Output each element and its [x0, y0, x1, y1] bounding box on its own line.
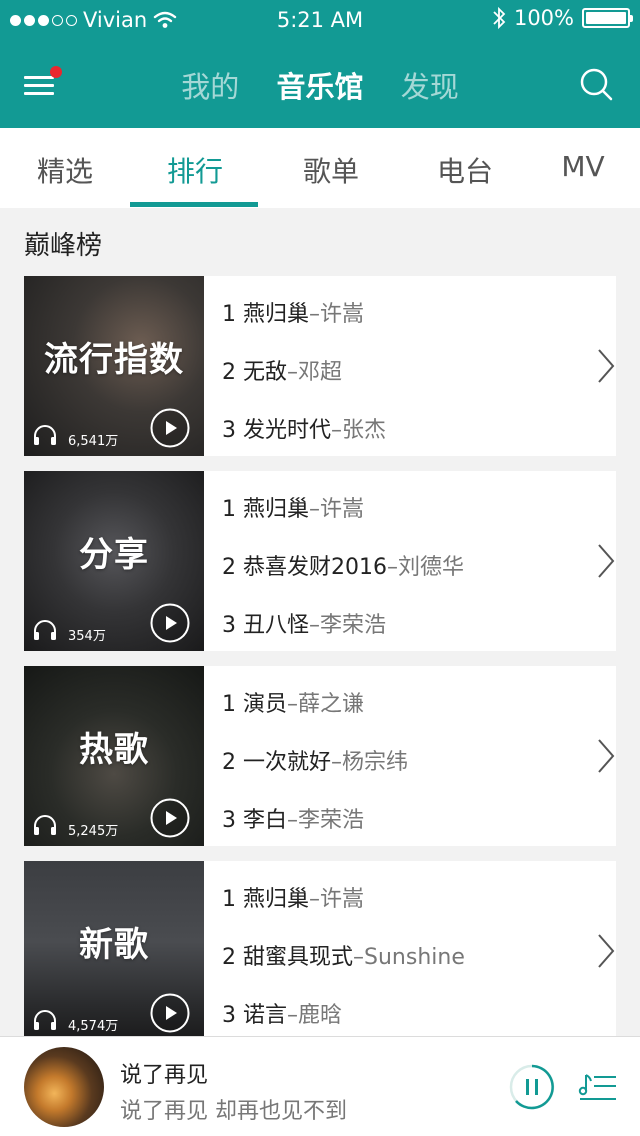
- song-item[interactable]: 2 一次就好–杨宗纬: [222, 744, 408, 776]
- chevron-right-icon[interactable]: [596, 543, 616, 579]
- chevron-right-icon[interactable]: [596, 933, 616, 969]
- song-item[interactable]: 1 燕归巢–许嵩: [222, 491, 364, 523]
- chart-card-hot[interactable]: 热歌 5,245万 1 演员–薛之谦 2 一次就好–杨宗纬 3 李白–李荣浩: [24, 666, 616, 846]
- play-icon[interactable]: [150, 408, 190, 448]
- status-right: 100%: [492, 6, 633, 30]
- song-list: 1 燕归巢–许嵩 2 甜蜜具现式–Sunshine 3 诺言–鹿晗: [222, 861, 582, 1041]
- app-header: Vivian 5:21 AM 100% 我的 音乐馆 发现: [0, 0, 640, 128]
- tab-radio[interactable]: 电台: [400, 150, 530, 190]
- now-playing-lyric: 说了再见 却再也见不到: [120, 1099, 347, 1124]
- album-art[interactable]: [24, 1047, 104, 1127]
- song-item[interactable]: 2 恭喜发财2016–刘德华: [222, 549, 464, 581]
- nav-tab-mine[interactable]: 我的: [181, 64, 239, 106]
- playlist-icon[interactable]: [578, 1071, 618, 1103]
- active-tab-indicator: [130, 202, 258, 207]
- tab-mv[interactable]: MV: [518, 150, 640, 183]
- chart-cover[interactable]: 流行指数 6,541万: [24, 276, 204, 456]
- song-item[interactable]: 2 无敌–邓超: [222, 354, 342, 386]
- cover-label: 新歌: [79, 925, 149, 965]
- cover-label: 流行指数: [44, 340, 184, 380]
- song-item[interactable]: 2 甜蜜具现式–Sunshine: [222, 939, 465, 971]
- chevron-right-icon[interactable]: [596, 738, 616, 774]
- search-icon[interactable]: [578, 66, 614, 102]
- song-item[interactable]: 1 燕归巢–许嵩: [222, 296, 364, 328]
- pause-icon[interactable]: [508, 1063, 556, 1111]
- chart-cover[interactable]: 热歌 5,245万: [24, 666, 204, 846]
- chart-card-share[interactable]: 分享 354万 1 燕归巢–许嵩 2 恭喜发财2016–刘德华 3 丑八怪–李荣…: [24, 471, 616, 651]
- play-icon[interactable]: [150, 798, 190, 838]
- song-item[interactable]: 1 燕归巢–许嵩: [222, 881, 364, 913]
- song-list: 1 燕归巢–许嵩 2 恭喜发财2016–刘德华 3 丑八怪–李荣浩: [222, 471, 582, 651]
- chevron-right-icon[interactable]: [596, 348, 616, 384]
- song-item[interactable]: 3 李白–李荣浩: [222, 802, 364, 834]
- play-count: 354万: [68, 629, 106, 644]
- headphones-icon: [34, 815, 56, 835]
- now-playing-title: 说了再见: [120, 1063, 209, 1088]
- tab-featured[interactable]: 精选: [0, 150, 130, 190]
- chart-card-new[interactable]: 新歌 4,574万 1 燕归巢–许嵩 2 甜蜜具现式–Sunshine 3 诺言…: [24, 861, 616, 1041]
- battery-percent: 100%: [513, 6, 574, 30]
- chart-cover[interactable]: 分享 354万: [24, 471, 204, 651]
- nav-tab-music-hall[interactable]: 音乐馆: [276, 64, 363, 106]
- bluetooth-icon: [493, 6, 506, 30]
- mini-player[interactable]: 说了再见 说了再见 却再也见不到: [0, 1036, 640, 1136]
- navbar: 我的 音乐馆 发现: [0, 40, 640, 128]
- play-count: 4,574万: [68, 1019, 119, 1034]
- headphones-icon: [34, 620, 56, 640]
- status-bar: Vivian 5:21 AM 100%: [0, 0, 640, 40]
- tab-rankings[interactable]: 排行: [130, 150, 260, 190]
- battery-icon: [582, 8, 633, 28]
- song-item[interactable]: 3 诺言–鹿晗: [222, 997, 342, 1029]
- nav-tabs: 我的 音乐馆 发现: [0, 64, 640, 106]
- song-item[interactable]: 3 丑八怪–李荣浩: [222, 607, 386, 639]
- tab-playlists[interactable]: 歌单: [266, 150, 396, 190]
- play-icon[interactable]: [150, 603, 190, 643]
- song-item[interactable]: 3 发光时代–张杰: [222, 412, 386, 444]
- section-title: 巅峰榜: [24, 231, 103, 261]
- play-count: 6,541万: [68, 434, 119, 449]
- cover-label: 分享: [79, 535, 149, 575]
- chart-cover[interactable]: 新歌 4,574万: [24, 861, 204, 1041]
- song-list: 1 演员–薛之谦 2 一次就好–杨宗纬 3 李白–李荣浩: [222, 666, 582, 846]
- chart-card-popular[interactable]: 流行指数 6,541万 1 燕归巢–许嵩 2 无敌–邓超 3 发光时代–张杰: [24, 276, 616, 456]
- headphones-icon: [34, 425, 56, 445]
- song-item[interactable]: 1 演员–薛之谦: [222, 686, 364, 718]
- play-count: 5,245万: [68, 824, 119, 839]
- play-icon[interactable]: [150, 993, 190, 1033]
- headphones-icon: [34, 1010, 56, 1030]
- cover-label: 热歌: [79, 730, 149, 770]
- nav-tab-discover[interactable]: 发现: [401, 64, 459, 106]
- category-tabbar: 精选 排行 歌单 电台 MV: [0, 128, 640, 208]
- song-list: 1 燕归巢–许嵩 2 无敌–邓超 3 发光时代–张杰: [222, 276, 582, 456]
